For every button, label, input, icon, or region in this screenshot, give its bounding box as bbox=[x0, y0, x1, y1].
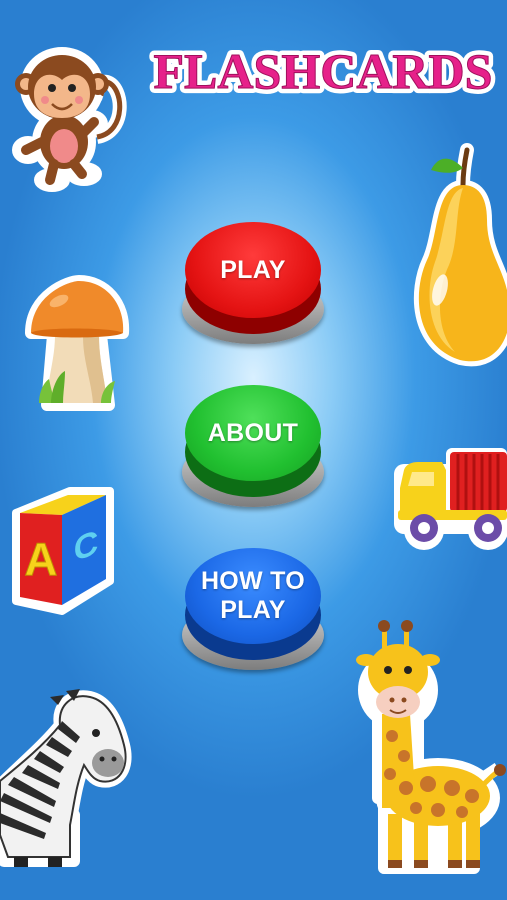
mushroom-icon bbox=[25, 275, 130, 415]
game-title-text: FLASHCARDS bbox=[154, 43, 493, 99]
pear-icon bbox=[405, 140, 507, 368]
main-menu-screen: FLASHCARDS FLASHCARDS A C PLAY ABOUT HOW… bbox=[0, 0, 507, 900]
how-to-play-label-line1: HOW TO bbox=[200, 567, 306, 595]
play-button[interactable]: PLAY bbox=[182, 222, 324, 352]
how-to-play-button[interactable]: HOW TO PLAY bbox=[182, 548, 324, 678]
how-to-play-label-line2: PLAY bbox=[220, 596, 286, 624]
toy-truck-icon bbox=[390, 440, 507, 555]
giraffe-icon bbox=[356, 618, 506, 878]
zebra-icon bbox=[0, 685, 134, 870]
abc-block-icon: A C bbox=[10, 485, 114, 615]
monkey-icon bbox=[12, 42, 127, 192]
play-button-label[interactable]: PLAY bbox=[185, 222, 321, 318]
svg-text:A: A bbox=[24, 533, 57, 585]
game-title: FLASHCARDS FLASHCARDS bbox=[148, 36, 498, 106]
game-title-art: FLASHCARDS FLASHCARDS bbox=[149, 38, 498, 104]
about-button-label[interactable]: ABOUT bbox=[185, 385, 321, 481]
how-to-play-button-label[interactable]: HOW TO PLAY bbox=[185, 548, 321, 644]
about-button[interactable]: ABOUT bbox=[182, 385, 324, 515]
